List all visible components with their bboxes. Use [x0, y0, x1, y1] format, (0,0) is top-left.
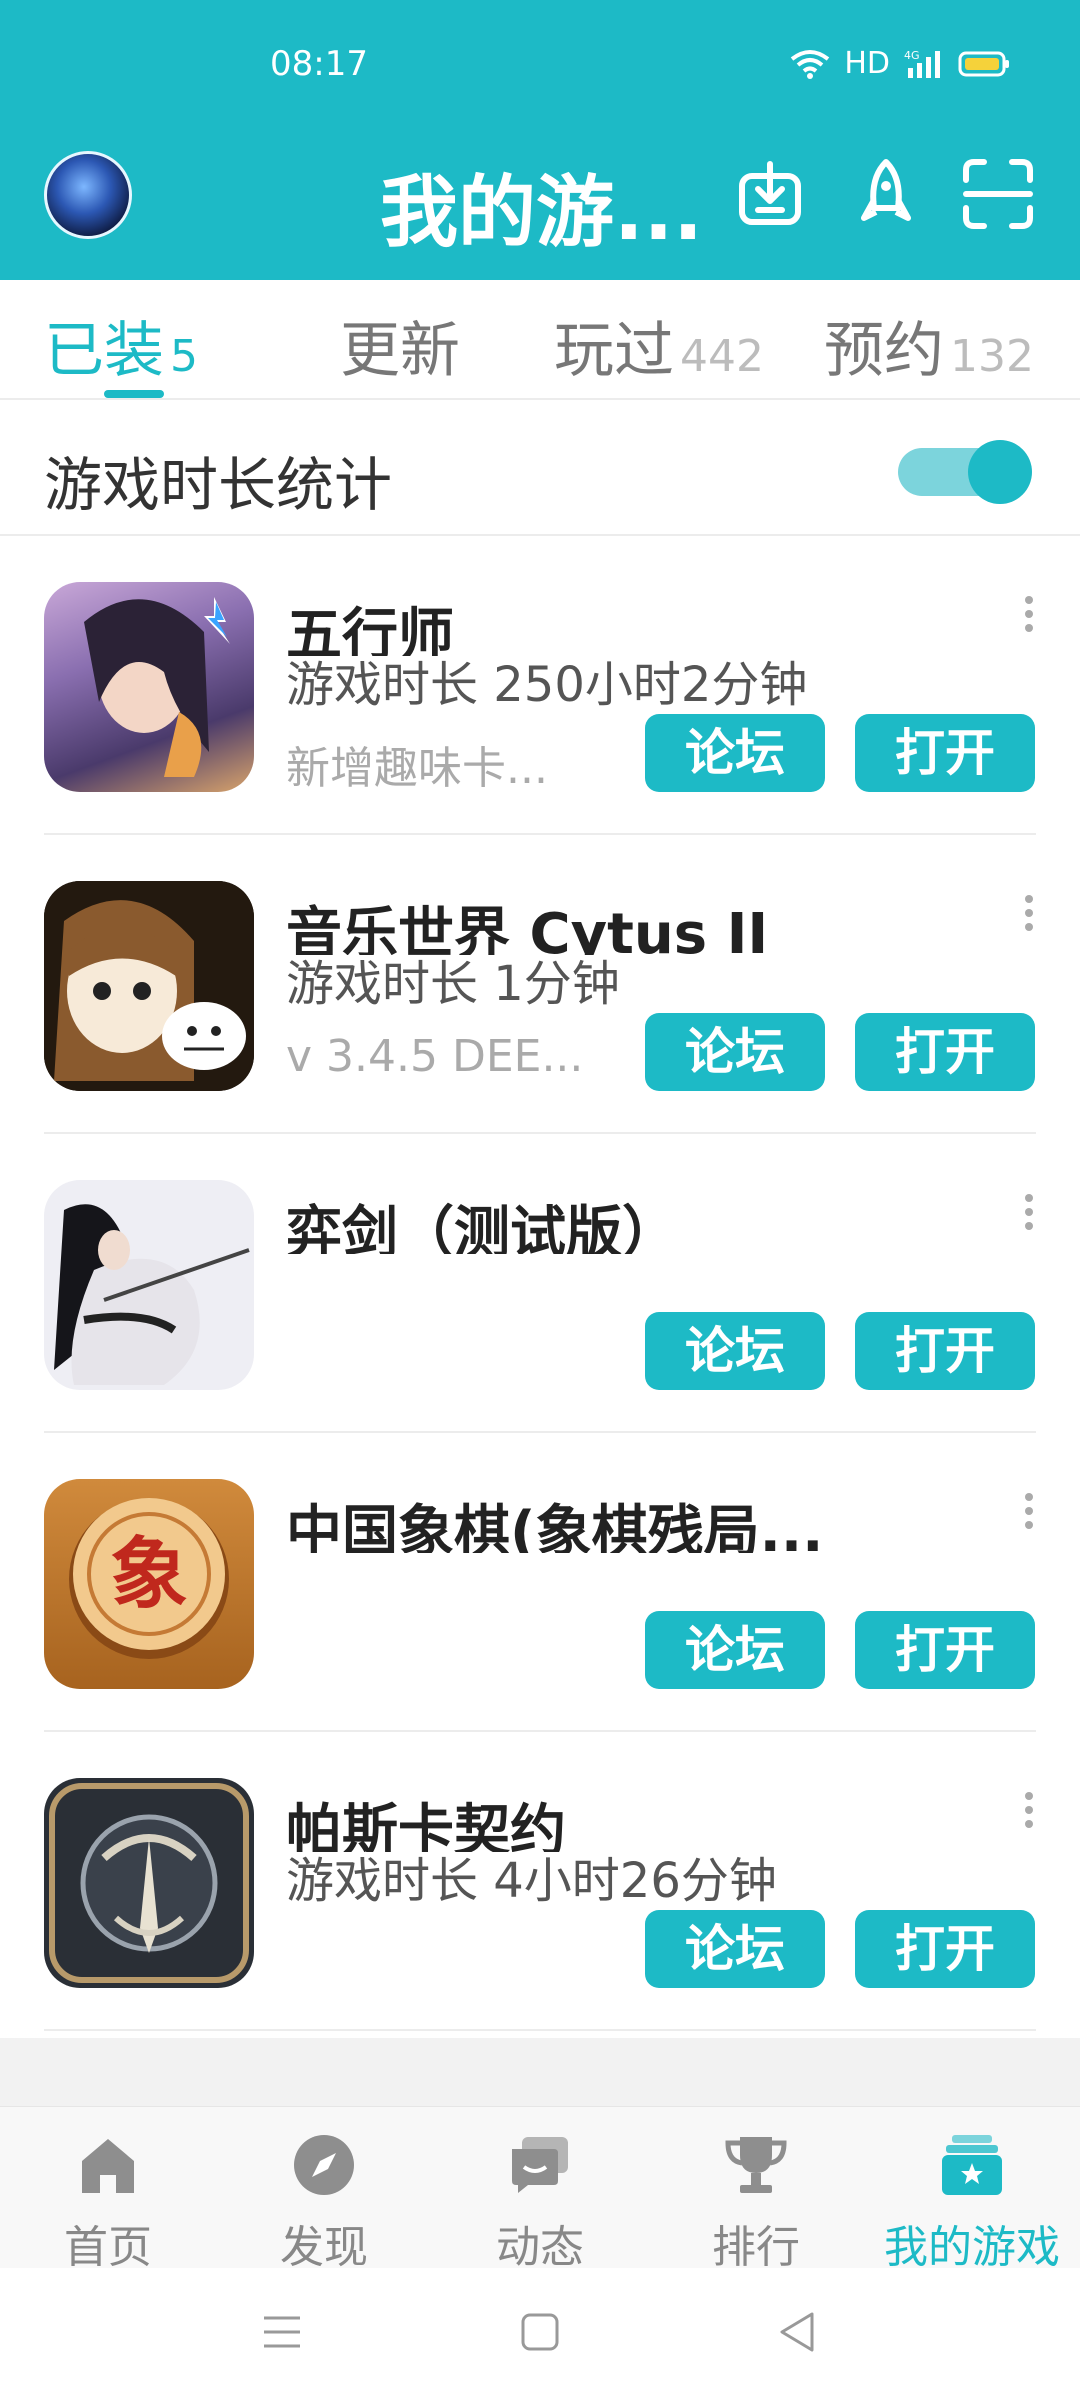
list-item[interactable]: 音乐世界 Cytus II 游戏时长 1分钟 v 3.4.5 DEE... 论坛…: [0, 835, 1080, 1134]
nav-my-games[interactable]: 我的游戏: [872, 2133, 1072, 2275]
scan-icon[interactable]: [960, 156, 1036, 232]
playtime-stats-row: 游戏时长统计: [0, 400, 1080, 536]
list-footer-spacer: [0, 2038, 1080, 2106]
signal-icon: 4G: [904, 49, 940, 78]
forum-button[interactable]: 论坛: [645, 1611, 825, 1689]
playtime-stats-toggle[interactable]: [898, 440, 1032, 504]
compass-icon: [294, 2135, 354, 2195]
forum-button[interactable]: 论坛: [645, 714, 825, 792]
tab-label: 更新: [340, 316, 460, 386]
battery-icon: [958, 51, 1009, 76]
nav-home[interactable]: 首页: [8, 2133, 208, 2275]
game-icon-chinese-chess[interactable]: 象: [44, 1479, 254, 1689]
tab-count: 132: [950, 331, 1034, 382]
tab-played[interactable]: 玩过 442: [554, 302, 764, 389]
more-options-icon[interactable]: [1024, 1493, 1034, 1535]
download-icon[interactable]: [732, 156, 808, 232]
tab-count: 442: [680, 331, 764, 382]
nav-label: 我的游戏: [884, 2222, 1060, 2273]
game-name: 中国象棋(象棋残局...: [286, 1500, 824, 1553]
network-type: HD: [844, 46, 890, 81]
tab-label: 玩过: [554, 316, 674, 386]
wifi-icon: [791, 49, 830, 79]
game-name: 音乐世界 Cytus II: [286, 902, 769, 955]
menu-icon[interactable]: [262, 2314, 302, 2350]
divider: [44, 2029, 1036, 2031]
game-name: 弈剑（测试版）: [286, 1201, 678, 1254]
more-options-icon[interactable]: [1024, 596, 1034, 638]
forum-button[interactable]: 论坛: [645, 1910, 825, 1988]
status-time: 08:17: [270, 44, 368, 84]
app-header: 08:17 HD 4G 我的游...: [0, 0, 1080, 280]
open-button[interactable]: 打开: [855, 1312, 1035, 1390]
open-button[interactable]: 打开: [855, 714, 1035, 792]
nav-discover[interactable]: 发现: [224, 2133, 424, 2275]
nav-ranking[interactable]: 排行: [656, 2133, 856, 2275]
open-button[interactable]: 打开: [855, 1910, 1035, 1988]
game-icon-yijian[interactable]: [44, 1180, 254, 1390]
tab-reserved[interactable]: 预约 132: [824, 302, 1034, 389]
signal-label: 4G: [904, 49, 920, 62]
nav-activity[interactable]: 动态: [440, 2133, 640, 2275]
game-name: 帕斯卡契约: [286, 1799, 566, 1852]
rocket-icon[interactable]: [848, 156, 924, 232]
tab-label: 预约: [824, 316, 944, 386]
status-icons: HD 4G: [790, 46, 1010, 81]
nav-label: 发现: [280, 2222, 368, 2273]
forum-button[interactable]: 论坛: [645, 1013, 825, 1091]
more-options-icon[interactable]: [1024, 1792, 1034, 1834]
open-button[interactable]: 打开: [855, 1611, 1035, 1689]
game-icon-pascal-contract[interactable]: [44, 1778, 254, 1988]
tab-count: 5: [170, 331, 198, 382]
my-games-icon: [942, 2135, 1002, 2195]
tab-updates[interactable]: 更新: [340, 302, 460, 389]
list-item[interactable]: 象 中国象棋(象棋残局... 论坛 打开: [0, 1433, 1080, 1732]
home-icon: [82, 2139, 134, 2193]
nav-label: 动态: [496, 2222, 584, 2273]
system-nav-bar: [0, 2268, 1080, 2400]
playtime-stats-label: 游戏时长统计: [44, 451, 393, 519]
tab-bar: 已装 5 更新 玩过 442 预约 132: [0, 280, 1080, 400]
user-avatar[interactable]: [44, 151, 132, 239]
chat-icon: [512, 2137, 568, 2193]
nav-label: 排行: [712, 2222, 800, 2273]
trophy-icon: [725, 2137, 787, 2193]
game-update-note: 新增趣味卡...: [286, 743, 548, 794]
chess-piece-glyph: 象: [110, 1529, 188, 1620]
game-update-note: v 3.4.5 DEE...: [286, 1031, 584, 1082]
home-square-icon[interactable]: [520, 2312, 560, 2352]
tab-indicator: [104, 390, 164, 398]
more-options-icon[interactable]: [1024, 1194, 1034, 1236]
page-title: 我的游...: [380, 168, 703, 258]
tab-installed[interactable]: 已装 5: [44, 302, 198, 389]
forum-button[interactable]: 论坛: [645, 1312, 825, 1390]
list-item[interactable]: 五行师 游戏时长 250小时2分钟 新增趣味卡... 论坛 打开: [0, 536, 1080, 835]
tab-label: 已装: [44, 316, 164, 386]
list-item[interactable]: 弈剑（测试版） 论坛 打开: [0, 1134, 1080, 1433]
open-button[interactable]: 打开: [855, 1013, 1035, 1091]
bottom-nav: 首页 发现 动态 排行 我的游戏: [0, 2106, 1080, 2273]
nav-label: 首页: [64, 2222, 152, 2273]
game-icon-wuxingshi[interactable]: [44, 582, 254, 792]
more-options-icon[interactable]: [1024, 895, 1034, 937]
toggle-knob: [968, 440, 1032, 504]
game-playtime: 游戏时长 250小时2分钟: [286, 658, 808, 710]
game-name: 五行师: [286, 603, 454, 656]
game-playtime: 游戏时长 1分钟: [286, 957, 620, 1009]
game-icon-cytus[interactable]: [44, 881, 254, 1091]
game-playtime: 游戏时长 4小时26分钟: [286, 1854, 777, 1906]
list-item[interactable]: 帕斯卡契约 游戏时长 4小时26分钟 论坛 打开: [0, 1732, 1080, 2031]
back-icon[interactable]: [776, 2310, 816, 2354]
